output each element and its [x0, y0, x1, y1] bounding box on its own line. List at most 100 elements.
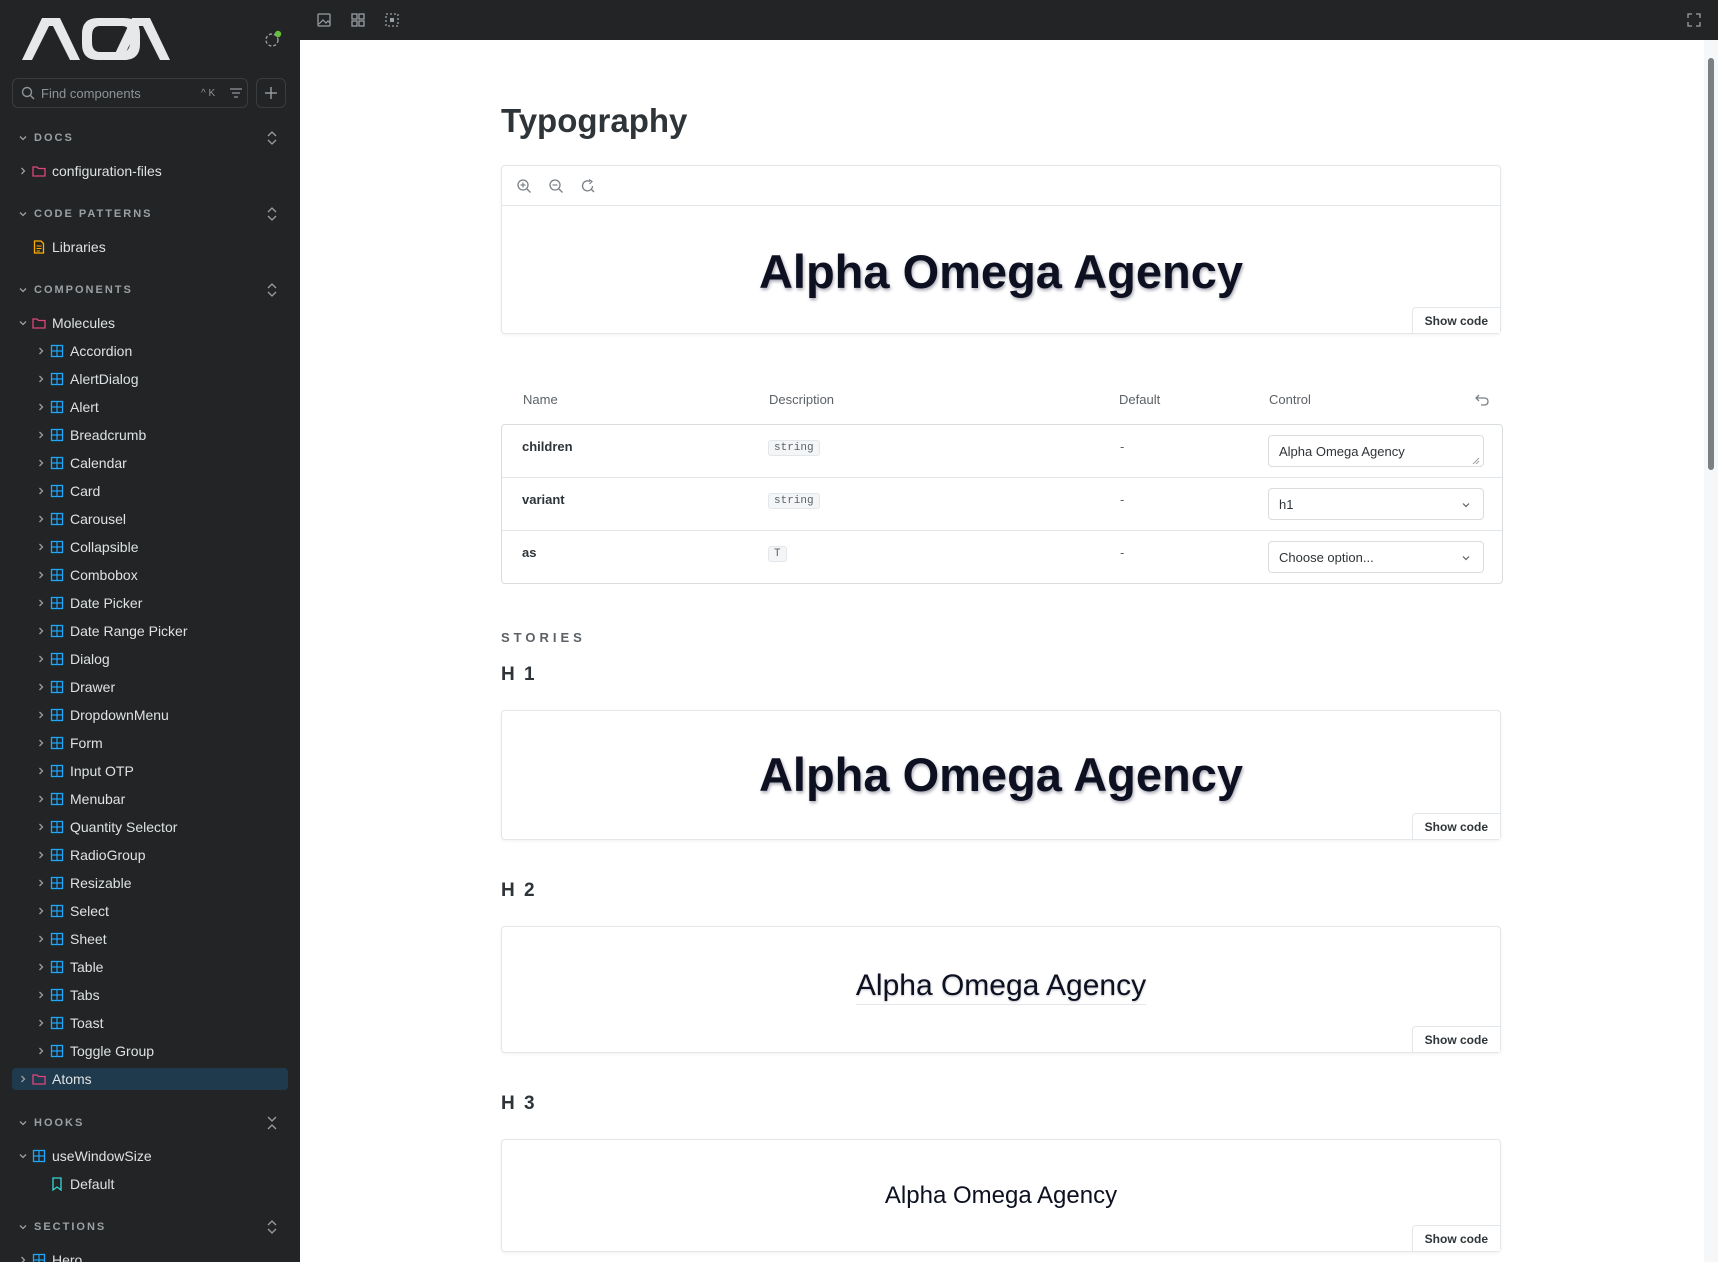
chevron-right-icon[interactable] [18, 166, 28, 176]
document-icon [33, 240, 45, 254]
connection-status-icon[interactable] [264, 30, 282, 48]
tree-item-label: Carousel [70, 511, 127, 527]
chevron-down-icon[interactable] [18, 1222, 28, 1232]
chevron-right-icon[interactable] [36, 570, 46, 580]
table-row: variant string - h1 [502, 478, 1502, 531]
chevron-right-icon[interactable] [36, 430, 46, 440]
page-title: Typography [501, 102, 688, 139]
expand-all-icon[interactable] [266, 283, 278, 297]
story-preview-h2: Alpha Omega Agency Show code [501, 926, 1501, 1053]
tree-item-label: Table [70, 959, 104, 975]
collapse-all-icon[interactable] [266, 1116, 278, 1130]
chevron-right-icon[interactable] [36, 346, 46, 356]
folder-icon [32, 1074, 46, 1085]
chevron-right-icon[interactable] [36, 402, 46, 412]
expand-all-icon[interactable] [266, 1220, 278, 1234]
show-code-button[interactable]: Show code [1411, 307, 1500, 333]
children-text-control[interactable]: Alpha Omega Agency [1268, 435, 1484, 467]
chevron-right-icon[interactable] [36, 850, 46, 860]
add-button[interactable] [256, 78, 286, 108]
chevron-right-icon[interactable] [36, 682, 46, 692]
chevron-right-icon[interactable] [36, 710, 46, 720]
chevron-right-icon[interactable] [36, 514, 46, 524]
chevron-down-icon[interactable] [18, 285, 28, 295]
resize-handle-icon[interactable] [1472, 457, 1480, 465]
chevron-down-icon[interactable] [18, 318, 28, 328]
chevron-down-icon[interactable] [18, 1118, 28, 1128]
chevron-right-icon[interactable] [36, 1018, 46, 1028]
chevron-right-icon[interactable] [36, 766, 46, 776]
chevron-down-icon [1462, 556, 1470, 561]
search-input[interactable] [41, 85, 191, 101]
image-icon[interactable] [316, 12, 332, 28]
chevron-down-icon[interactable] [18, 1151, 28, 1161]
chevron-right-icon[interactable] [36, 906, 46, 916]
tree-item-label: Date Range Picker [70, 623, 188, 639]
chevron-right-icon[interactable] [36, 822, 46, 832]
show-code-button[interactable]: Show code [1411, 813, 1500, 839]
typography-demo-h1: Alpha Omega Agency [758, 748, 1244, 801]
chevron-right-icon[interactable] [36, 458, 46, 468]
component-icon [50, 904, 64, 918]
chevron-right-icon[interactable] [36, 990, 46, 1000]
search-box[interactable]: ^ K [12, 78, 248, 108]
toolbar [300, 0, 1718, 40]
section-header-sections[interactable]: SECTIONS [18, 1218, 282, 1236]
sidebar-item-default-story[interactable] [0, 1173, 290, 1195]
scrollbar-thumb[interactable] [1708, 58, 1714, 470]
expand-all-icon[interactable] [266, 207, 278, 221]
chevron-right-icon[interactable] [18, 1074, 28, 1084]
section-header-hooks[interactable]: HOOKS [18, 1114, 282, 1132]
chevron-right-icon[interactable] [36, 878, 46, 888]
chevron-right-icon[interactable] [36, 542, 46, 552]
tree-item-label: Quantity Selector [70, 819, 178, 835]
tree-item-label: Input OTP [70, 763, 134, 779]
aoa-logo[interactable] [20, 14, 172, 64]
chevron-right-icon[interactable] [36, 794, 46, 804]
chevron-right-icon[interactable] [36, 738, 46, 748]
tree-item-label: Atoms [52, 1071, 92, 1087]
tree-item-label: Tabs [70, 987, 100, 1003]
reset-controls-icon[interactable] [1475, 392, 1489, 406]
table-row: as T - Choose option... [502, 531, 1502, 584]
arg-name: variant [522, 492, 565, 507]
show-code-button[interactable]: Show code [1411, 1026, 1500, 1052]
chevron-right-icon[interactable] [36, 598, 46, 608]
tree-item-label: Menubar [70, 791, 126, 807]
section-header-code-patterns[interactable]: CODE PATTERNS [18, 205, 282, 223]
tree-item-label: configuration-files [52, 163, 162, 179]
variant-select[interactable]: h1 [1268, 488, 1484, 520]
chevron-down-icon[interactable] [18, 133, 28, 143]
zoom-reset-icon[interactable] [580, 178, 596, 194]
tree-item-label: Alert [70, 399, 99, 415]
chevron-right-icon[interactable] [36, 934, 46, 944]
chevron-right-icon[interactable] [36, 654, 46, 664]
grid-icon[interactable] [350, 12, 366, 28]
fullscreen-icon[interactable] [1686, 12, 1702, 28]
expand-all-icon[interactable] [266, 131, 278, 145]
typography-demo-h3: Alpha Omega Agency [884, 1182, 1118, 1209]
component-icon [50, 540, 64, 554]
as-select[interactable]: Choose option... [1268, 541, 1484, 573]
tree-item-label: Combobox [70, 567, 138, 583]
filter-icon[interactable] [229, 87, 243, 99]
show-code-button[interactable]: Show code [1411, 1225, 1500, 1251]
zoom-in-icon[interactable] [516, 178, 532, 194]
typography-demo: Alpha Omega Agency [758, 245, 1244, 298]
chevron-down-icon[interactable] [18, 209, 28, 219]
outline-icon[interactable] [384, 12, 400, 28]
scrollbar[interactable] [1704, 40, 1718, 1262]
chevron-right-icon[interactable] [36, 1046, 46, 1056]
chevron-right-icon[interactable] [36, 962, 46, 972]
zoom-out-icon[interactable] [548, 178, 564, 194]
chevron-right-icon[interactable] [36, 374, 46, 384]
section-header-components[interactable]: COMPONENTS [18, 281, 282, 299]
variant-select-value: h1 [1279, 496, 1294, 512]
args-table-body: children string - Alpha Omega Agency var… [501, 424, 1503, 584]
chevron-right-icon[interactable] [18, 1255, 28, 1262]
chevron-right-icon[interactable] [36, 626, 46, 636]
component-icon [50, 932, 64, 946]
chevron-right-icon[interactable] [36, 486, 46, 496]
section-header-docs[interactable]: DOCS [18, 129, 282, 147]
component-icon [50, 848, 64, 862]
